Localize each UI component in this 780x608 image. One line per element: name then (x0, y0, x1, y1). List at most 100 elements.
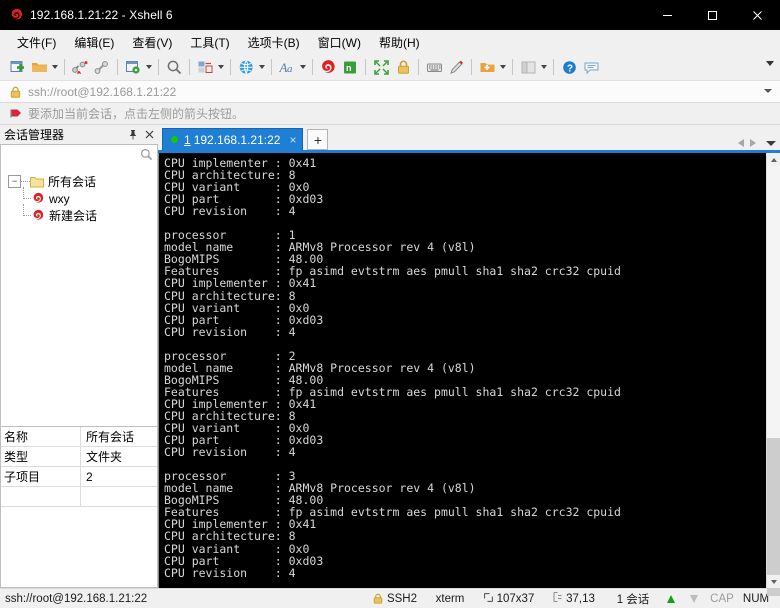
feedback-icon[interactable] (580, 56, 602, 78)
tree-expander[interactable]: − (8, 175, 21, 188)
tree-node-label: 所有会话 (48, 175, 97, 189)
open-folder-icon[interactable] (28, 56, 50, 78)
file-transfer-caret[interactable] (216, 56, 226, 78)
pin-icon[interactable] (126, 127, 140, 143)
tab-label: 192.168.1.21:22 (193, 132, 281, 147)
address-dropdown-caret[interactable] (764, 89, 772, 93)
maximize-button[interactable] (690, 0, 735, 30)
layout-icon[interactable] (517, 56, 539, 78)
session-properties-icon[interactable] (122, 56, 144, 78)
session-icon (32, 192, 45, 205)
fullscreen-icon[interactable] (370, 56, 392, 78)
property-value (81, 487, 157, 506)
property-key: 名称 (1, 427, 81, 446)
property-key (1, 487, 81, 506)
new-folder-icon[interactable] (476, 56, 498, 78)
table-row (1, 487, 157, 507)
address-input[interactable]: ssh://root@192.168.1.21:22 (28, 85, 176, 99)
session-properties-caret[interactable] (144, 56, 154, 78)
close-button[interactable] (735, 0, 780, 30)
tab-list-caret[interactable] (766, 140, 776, 146)
menu-help[interactable]: 帮助(H) (370, 31, 429, 54)
menu-window[interactable]: 窗口(W) (309, 31, 370, 54)
session-manager-panel: 会话管理器 − 所有会话 wxy 新建会话 名称 所有会话 类型 文件夹 子项目… (0, 125, 158, 588)
cursor-pos-icon (553, 592, 562, 605)
new-tab-button[interactable]: + (307, 129, 329, 150)
toolbar-separator (158, 59, 159, 75)
new-folder-caret[interactable] (498, 56, 508, 78)
open-folder-caret[interactable] (50, 56, 60, 78)
terminal-scrollbar[interactable] (766, 153, 780, 596)
tab-prev-arrow[interactable] (738, 139, 744, 147)
status-cursor-position: 37,13 (542, 592, 606, 605)
disconnect-icon[interactable] (69, 56, 91, 78)
close-icon[interactable] (142, 127, 156, 143)
xftp-icon[interactable]: n (339, 56, 361, 78)
notice-bar: 要添加当前会话，点击左侧的箭头按钮。 (0, 103, 780, 125)
terminal-pane: 1 192.168.1.21:22 × + CPU implementer : … (158, 125, 780, 596)
svg-text:?: ? (566, 63, 572, 74)
xshell-window: 192.168.1.21:22 - Xshell 6 文件(F) 编辑(E) 查… (0, 0, 780, 608)
toolbar-overflow-caret[interactable] (766, 61, 774, 66)
session-tree[interactable]: − 所有会话 wxy 新建会话 (0, 167, 158, 427)
help-icon[interactable]: ? (558, 56, 580, 78)
tree-node-new-session[interactable]: 新建会话 (1, 204, 157, 224)
tab-next-arrow[interactable] (750, 139, 756, 147)
menu-edit[interactable]: 编辑(E) (65, 31, 123, 54)
tree-node-all-sessions[interactable]: − 所有会话 (1, 173, 157, 190)
menu-view[interactable]: 查看(V) (123, 31, 181, 54)
menu-tabs[interactable]: 选项卡(B) (239, 31, 309, 54)
menu-tools[interactable]: 工具(T) (181, 31, 238, 54)
status-protocol: SSH2 (366, 593, 424, 605)
terminal-output[interactable]: CPU implementer : 0x41 CPU architecture:… (159, 153, 766, 588)
address-bar[interactable]: ssh://root@192.168.1.21:22 (0, 80, 780, 103)
terminal-text: CPU implementer : 0x41 CPU architecture:… (164, 156, 621, 580)
lock-icon[interactable] (392, 56, 414, 78)
keyboard-icon[interactable] (423, 56, 445, 78)
scroll-up-arrow[interactable] (767, 153, 780, 166)
menu-file[interactable]: 文件(F) (8, 31, 65, 54)
reconnect-icon[interactable] (91, 56, 113, 78)
layout-caret[interactable] (539, 56, 549, 78)
scroll-down-arrow[interactable] (767, 575, 780, 588)
tab-nav (738, 139, 776, 147)
search-icon[interactable] (140, 148, 153, 164)
compose-icon[interactable] (445, 56, 467, 78)
xshell-icon[interactable] (317, 56, 339, 78)
new-session-icon[interactable] (6, 56, 28, 78)
file-transfer-icon[interactable] (194, 56, 216, 78)
toolbar-separator (271, 59, 272, 75)
status-terminal-type: xterm (435, 592, 465, 605)
find-icon[interactable] (163, 56, 185, 78)
tab-close-icon[interactable]: × (289, 133, 296, 147)
window-title: 192.168.1.21:22 - Xshell 6 (30, 8, 173, 22)
tree-connector (18, 187, 32, 207)
minimize-button[interactable] (645, 0, 690, 30)
browser-icon[interactable] (235, 56, 257, 78)
toolbar-separator (117, 59, 118, 75)
browser-caret[interactable] (257, 56, 267, 78)
upload-arrow-icon (660, 594, 682, 603)
download-arrow-icon (682, 594, 706, 603)
tree-node-wxy[interactable]: wxy (1, 187, 157, 207)
scrollbar-thumb[interactable] (767, 438, 780, 596)
status-protocol-label: SSH2 (386, 592, 418, 605)
property-key: 子项目 (1, 467, 81, 486)
status-cursor-label: 37,13 (566, 592, 595, 605)
arrow-flag-icon (10, 108, 22, 119)
status-caps-lock: CAP (710, 592, 734, 605)
table-row: 名称 所有会话 (1, 427, 157, 447)
status-bar: ssh://root@192.168.1.21:22 SSH2 xterm 10… (0, 588, 780, 608)
status-size-label: 107x37 (496, 592, 535, 605)
font-caret[interactable] (298, 56, 308, 78)
font-icon[interactable]: A a (276, 56, 298, 78)
menu-bar: 文件(F) 编辑(E) 查看(V) 工具(T) 选项卡(B) 窗口(W) 帮助(… (0, 30, 780, 54)
tab-bar: 1 192.168.1.21:22 × + (158, 125, 780, 150)
toolbar-separator (365, 59, 366, 75)
session-search-bar[interactable] (0, 144, 158, 167)
toolbar-separator (230, 59, 231, 75)
session-icon (32, 209, 45, 222)
session-properties-grid: 名称 所有会话 类型 文件夹 子项目 2 (0, 427, 158, 588)
toolbar-separator (512, 59, 513, 75)
tab-192-168-1-21[interactable]: 1 192.168.1.21:22 × (162, 128, 304, 150)
